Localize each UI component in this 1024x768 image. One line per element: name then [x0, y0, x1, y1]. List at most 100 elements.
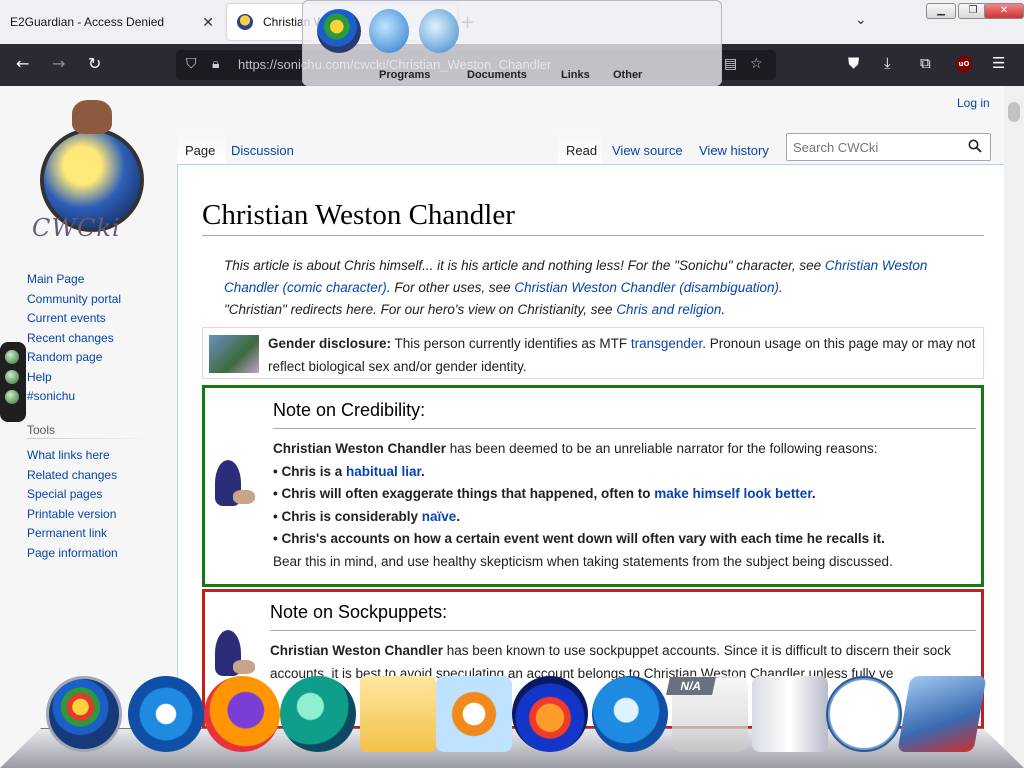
ublock-icon[interactable]: uO: [956, 56, 972, 72]
close-tab-icon[interactable]: ✕: [202, 14, 214, 31]
sidebar-item-what-links-here[interactable]: What links here: [27, 448, 118, 468]
credibility-outro: Bear this in mind, and use healthy skept…: [273, 553, 893, 569]
hatnote-text: "Christian" redirects here. For our hero…: [224, 302, 617, 317]
tools-divider: [27, 438, 149, 439]
transgender-link[interactable]: transgender: [631, 336, 702, 351]
windows-start-icon[interactable]: [46, 676, 122, 752]
sidebar-item-permanent-link[interactable]: Permanent link: [27, 526, 118, 546]
search-icon[interactable]: [968, 139, 982, 153]
credibility-divider: [273, 428, 976, 429]
reason-1: • Chris is a: [273, 463, 347, 479]
reload-icon[interactable]: ↻: [88, 54, 101, 73]
sidebar-navigation: Main Page Community portal Current event…: [27, 272, 121, 409]
reason-2-end: .: [811, 486, 816, 501]
pocket-icon[interactable]: ⛊: [848, 54, 859, 72]
clock-icon[interactable]: [826, 676, 902, 752]
extensions-icon[interactable]: ⧉: [920, 54, 931, 72]
programs-icon[interactable]: [369, 9, 409, 53]
windows-live-icon[interactable]: [592, 676, 668, 752]
hatnote-link-religion[interactable]: Chris and religion: [616, 302, 721, 317]
tab-access-denied[interactable]: E2Guardian - Access Denied ✕: [0, 4, 222, 40]
sidebar-item-special-pages[interactable]: Special pages: [27, 487, 118, 507]
launcher-programs[interactable]: Programs: [379, 69, 430, 81]
launcher-panel: Programs Documents Links Other: [302, 0, 722, 86]
back-arrow-icon[interactable]: ←: [16, 54, 29, 73]
page-title: Christian Weston Chandler: [202, 199, 515, 231]
cwcki-logo[interactable]: CWCki: [28, 96, 158, 246]
edge-icon[interactable]: [280, 676, 356, 752]
sidebar-tools: What links here Related changes Special …: [27, 448, 118, 565]
gender-disclosure-box: Gender disclosure: This person currently…: [202, 327, 984, 379]
reason-4: • Chris's accounts on how a certain even…: [273, 531, 885, 546]
gadget-orb-icon: [5, 350, 19, 364]
sidebar-item-sonichu[interactable]: #sonichu: [27, 389, 121, 409]
internet-explorer-icon[interactable]: [128, 676, 204, 752]
reason-2: • Chris will often exaggerate things tha…: [273, 486, 655, 501]
hooded-figure-icon: [207, 458, 257, 508]
shield-icon[interactable]: ⛉: [186, 56, 197, 72]
close-window-button[interactable]: ✕: [984, 3, 1024, 19]
gender-disclosure-text: Gender disclosure: This person currently…: [268, 332, 978, 378]
sidebar-item-community-portal[interactable]: Community portal: [27, 292, 121, 312]
tab-page[interactable]: Page: [185, 136, 215, 164]
search-input[interactable]: [793, 140, 963, 155]
firefox-icon[interactable]: [204, 676, 280, 752]
wiki-page: CWCki Main Page Community portal Current…: [0, 86, 1024, 768]
launcher-documents[interactable]: Documents: [467, 69, 527, 81]
search-box[interactable]: [786, 133, 991, 161]
launcher-links[interactable]: Links: [561, 69, 590, 81]
gender-disclosure-image: [209, 335, 259, 373]
page-scrollbar[interactable]: [1004, 86, 1024, 768]
title-divider: [202, 235, 984, 236]
sidebar-item-current-events[interactable]: Current events: [27, 311, 121, 331]
projector-app-icon[interactable]: [897, 676, 987, 752]
credibility-intro: has been deemed to be an unreliable narr…: [446, 441, 878, 456]
forward-arrow-icon[interactable]: →: [52, 54, 65, 73]
sidebar-item-page-information[interactable]: Page information: [27, 546, 118, 566]
side-gadget[interactable]: [0, 342, 26, 422]
reason-3: • Chris is considerably: [273, 508, 422, 524]
make-himself-look-better-link[interactable]: make himself look better: [654, 486, 812, 501]
na-label: N/A: [666, 677, 716, 695]
gadget-orb-icon: [5, 390, 19, 404]
sidebar-item-help[interactable]: Help: [27, 370, 121, 390]
tab-view-source[interactable]: View source: [612, 136, 683, 164]
sidebar-item-recent-changes[interactable]: Recent changes: [27, 331, 121, 351]
gadget-orb-icon: [5, 370, 19, 384]
recycle-bin-icon[interactable]: [752, 676, 828, 752]
reader-view-icon[interactable]: ▤: [724, 56, 737, 72]
tab-list-chevron-icon[interactable]: ⌄: [855, 12, 867, 28]
tab-discussion[interactable]: Discussion: [231, 136, 294, 164]
naive-link[interactable]: naïve: [422, 509, 457, 524]
downloads-icon[interactable]: ⤓: [884, 54, 891, 72]
cwcki-favicon-icon: [237, 14, 253, 30]
login-link[interactable]: Log in: [957, 96, 990, 110]
sidebar-item-random-page[interactable]: Random page: [27, 350, 121, 370]
audacity-icon[interactable]: [512, 676, 588, 752]
hatnote-link-disambiguation[interactable]: Christian Weston Chandler (disambiguatio…: [514, 280, 779, 295]
sidebar-item-main-page[interactable]: Main Page: [27, 272, 121, 292]
hatnote-text: . For other uses, see: [386, 280, 515, 295]
file-explorer-icon[interactable]: [360, 676, 436, 752]
logo-text: CWCki: [32, 214, 121, 242]
windows-logo-icon[interactable]: [317, 9, 361, 53]
bookmark-star-icon[interactable]: ☆: [750, 56, 763, 72]
menu-icon[interactable]: ☰: [992, 54, 1005, 72]
habitual-liar-link[interactable]: habitual liar: [346, 464, 421, 479]
media-player-icon[interactable]: [436, 676, 512, 752]
lock-icon[interactable]: 🔒︎: [212, 56, 219, 72]
documents-icon[interactable]: [419, 9, 459, 53]
sidebar-item-related-changes[interactable]: Related changes: [27, 468, 118, 488]
gender-label: Gender disclosure:: [268, 336, 392, 351]
tab-read[interactable]: Read: [566, 136, 597, 164]
tab-view-history[interactable]: View history: [699, 136, 769, 164]
minimize-button[interactable]: ▁: [926, 3, 956, 19]
hooded-figure-icon: [207, 628, 257, 678]
subject-name: Christian Weston Chandler: [273, 441, 447, 456]
scroll-thumb[interactable]: [1008, 102, 1020, 122]
sidebar-item-printable-version[interactable]: Printable version: [27, 507, 118, 527]
launcher-other[interactable]: Other: [613, 69, 642, 81]
sockpuppets-divider: [270, 630, 976, 631]
hatnote-text: .: [779, 280, 783, 295]
sockpuppets-heading: Note on Sockpuppets:: [270, 602, 448, 622]
